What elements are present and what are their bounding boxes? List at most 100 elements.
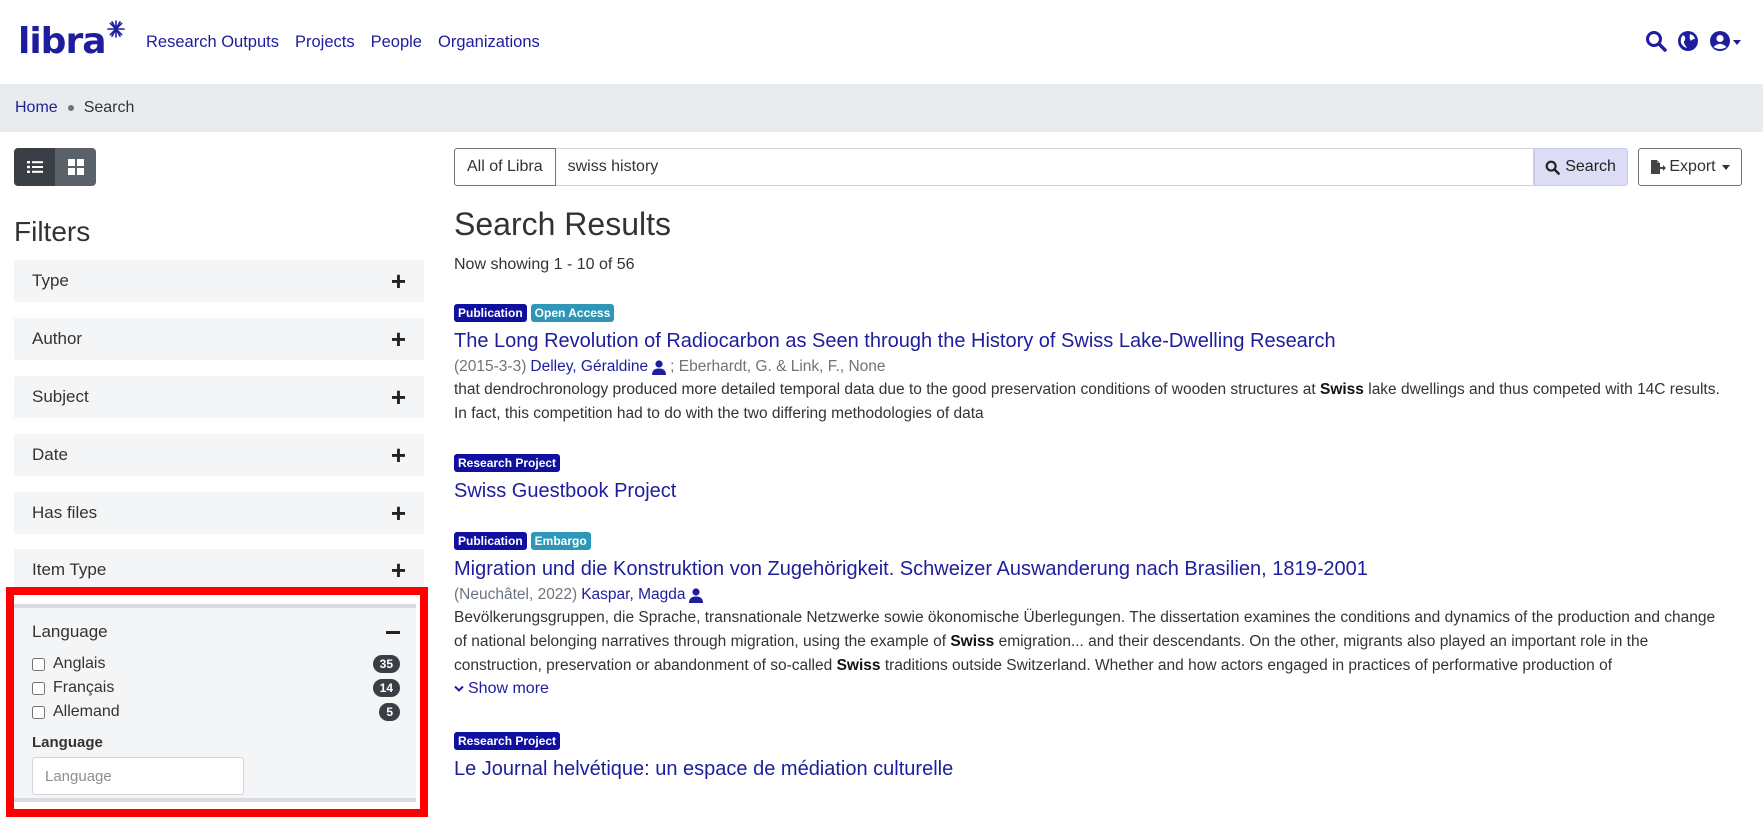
result-item: Research Project Swiss Guestbook Project — [454, 454, 1724, 504]
main-nav: Research Outputs Projects People Organiz… — [146, 33, 540, 52]
chevron-down-icon — [1733, 39, 1741, 45]
libra-logo[interactable]: libra — [18, 20, 125, 62]
plus-icon: + — [390, 498, 406, 528]
access-badge: Open Access — [530, 304, 615, 322]
search-scope-button[interactable]: All of Libra — [454, 148, 556, 186]
result-abstract: Bevölkerungsgruppen, die Sprache, transn… — [454, 606, 1724, 678]
language-checkbox[interactable] — [32, 705, 45, 719]
plus-icon: + — [390, 382, 406, 412]
language-option-allemand[interactable]: Allemand 5 — [32, 700, 400, 724]
grid-view-button[interactable] — [55, 148, 96, 186]
chevron-down-icon — [454, 685, 464, 692]
plus-icon: + — [390, 266, 406, 296]
globe-icon[interactable] — [1677, 30, 1699, 52]
page-title: Search Results — [454, 206, 671, 242]
export-button[interactable]: Export — [1638, 148, 1742, 186]
search-icon — [1545, 160, 1561, 175]
navbar: libra Research Outputs Projects People O… — [0, 0, 1763, 84]
results-count: Now showing 1 - 10 of 56 — [454, 256, 635, 273]
grid-icon — [67, 159, 84, 175]
facet-date[interactable]: Date + — [14, 434, 424, 476]
facet-item-type[interactable]: Item Type + — [14, 549, 424, 591]
plus-icon: + — [390, 324, 406, 354]
user-icon — [1709, 30, 1731, 52]
abstract-text: traditions outside Switzerland. Whether … — [880, 657, 1612, 674]
result-title-link[interactable]: The Long Revolution of Radiocarbon as Se… — [454, 328, 1724, 354]
count-badge: 14 — [372, 679, 400, 697]
breadcrumb-separator — [67, 105, 74, 111]
language-option-francais[interactable]: Français 14 — [32, 676, 400, 700]
search-button-label: Search — [1565, 158, 1616, 175]
file-export-icon — [1651, 160, 1667, 174]
nav-organizations[interactable]: Organizations — [438, 33, 540, 52]
abstract-highlight: Swiss — [836, 657, 881, 674]
nav-people[interactable]: People — [371, 33, 422, 52]
show-more-link[interactable]: Show more — [454, 680, 1724, 698]
show-more-label: Show more — [468, 680, 549, 697]
logo-text: libra — [18, 21, 106, 62]
author-link[interactable]: Kaspar, Magda — [581, 586, 685, 604]
author-link[interactable]: Delley, Géraldine — [530, 358, 648, 376]
list-icon — [26, 161, 43, 173]
language-checkbox[interactable] — [32, 681, 45, 695]
nav-icons — [1645, 30, 1741, 52]
result-authors-rest: ; Eberhardt, G. & Link, F., None — [670, 358, 886, 375]
facet-label: Language — [32, 622, 108, 641]
option-label: Français — [53, 679, 115, 696]
type-badge: Publication — [454, 304, 527, 322]
search-input[interactable] — [555, 148, 1534, 186]
result-tags: Publication Open Access — [454, 304, 1724, 322]
result-tags: Research Project — [454, 454, 1724, 472]
facet-label: Type — [32, 271, 69, 290]
result-meta: (Neuchâtel, 2022) Kaspar, Magda — [454, 586, 1724, 604]
search-bar: All of Libra Search — [454, 148, 1628, 186]
result-item: Publication Open Access The Long Revolut… — [454, 304, 1724, 426]
breadcrumb-home[interactable]: Home — [15, 99, 58, 117]
chevron-down-icon — [1721, 164, 1730, 170]
facet-subject[interactable]: Subject + — [14, 376, 424, 418]
type-badge: Publication — [454, 532, 527, 550]
result-title-link[interactable]: Migration und die Konstruktion von Zugeh… — [454, 556, 1724, 582]
logo-star-icon — [106, 20, 125, 43]
list-view-button[interactable] — [14, 148, 55, 186]
option-label: Anglais — [53, 655, 106, 672]
language-options: Anglais 35 Français 14 Allemand 5 — [14, 648, 416, 724]
person-icon[interactable] — [689, 587, 704, 603]
language-option-anglais[interactable]: Anglais 35 — [32, 652, 400, 676]
result-date: (2015-3-3) — [454, 358, 527, 375]
person-icon[interactable] — [652, 359, 667, 375]
filters-title: Filters — [14, 216, 91, 247]
language-input[interactable] — [32, 757, 244, 795]
language-checkbox[interactable] — [32, 657, 45, 671]
type-badge: Research Project — [454, 732, 561, 750]
facet-label: Item Type — [32, 560, 107, 579]
nav-research-outputs[interactable]: Research Outputs — [146, 33, 279, 52]
export-button-label: Export — [1669, 158, 1716, 175]
facet-label: Subject — [32, 387, 89, 406]
facet-type[interactable]: Type + — [14, 260, 424, 302]
facet-author[interactable]: Author + — [14, 318, 424, 360]
language-input-label: Language — [32, 734, 103, 751]
plus-icon: + — [390, 555, 406, 585]
facet-has-files[interactable]: Has files + — [14, 492, 424, 534]
result-title-link[interactable]: Swiss Guestbook Project — [454, 478, 1724, 504]
count-badge: 35 — [372, 655, 400, 673]
result-tags: Publication Embargo — [454, 532, 1724, 550]
option-label: Allemand — [53, 703, 120, 720]
abstract-text: that dendrochronology produced more deta… — [454, 381, 1320, 398]
result-tags: Research Project — [454, 732, 1724, 750]
abstract-highlight: Swiss — [950, 633, 995, 650]
search-button[interactable]: Search — [1533, 148, 1628, 186]
count-badge: 5 — [379, 703, 400, 721]
view-toggle — [14, 148, 96, 186]
facet-label: Date — [32, 445, 68, 464]
facet-language-header[interactable]: Language — [14, 608, 416, 648]
user-menu[interactable] — [1709, 30, 1741, 52]
type-badge: Research Project — [454, 454, 561, 472]
result-item: Research Project Le Journal helvétique: … — [454, 732, 1724, 782]
result-title-link[interactable]: Le Journal helvétique: un espace de médi… — [454, 756, 1724, 782]
search-icon[interactable] — [1645, 30, 1667, 52]
breadcrumb: Home Search — [0, 84, 1763, 132]
nav-projects[interactable]: Projects — [295, 33, 355, 52]
facet-label: Has files — [32, 503, 98, 522]
